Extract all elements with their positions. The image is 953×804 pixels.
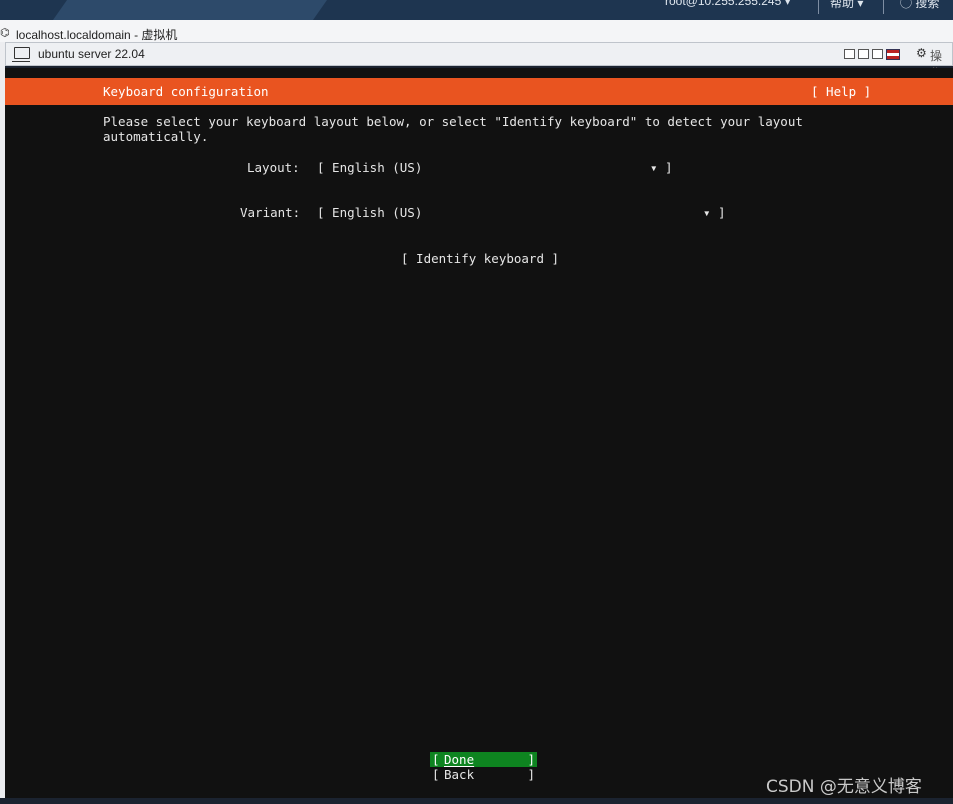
bracket-close: ] xyxy=(527,752,535,767)
bracket-open: [ xyxy=(432,767,440,782)
console-title-bar: ubuntu server 22.04 ⚙ 操作 xyxy=(5,42,953,80)
fullscreen-icon[interactable] xyxy=(872,49,883,59)
user-menu[interactable]: root@10.255.255.245 ▾ xyxy=(665,0,791,8)
vm-icon: ⌬ xyxy=(0,26,10,39)
window-mode-icon[interactable] xyxy=(844,49,855,59)
header-decoration xyxy=(52,0,328,20)
help-menu[interactable]: 帮助 ▾ xyxy=(830,0,863,11)
layout-dropdown-arrow-icon[interactable]: ▾ ] xyxy=(650,160,673,175)
variant-select[interactable]: [ English (US) xyxy=(317,205,422,220)
host-window-strip: ⌬ localhost.localdomain - 虚拟机 xyxy=(0,20,953,43)
gear-icon[interactable]: ⚙ xyxy=(916,46,927,60)
keyboard-locale-flag-icon[interactable] xyxy=(886,49,900,60)
divider xyxy=(883,0,884,14)
console-window-controls xyxy=(844,49,900,60)
layout-label: Layout: xyxy=(247,160,300,175)
console-bottom-edge xyxy=(0,798,953,804)
help-button[interactable]: [ Help ] xyxy=(811,84,871,99)
installer-header: Keyboard configuration [ Help ] xyxy=(5,78,953,105)
watermark: CSDN @无意义博客 xyxy=(766,777,922,797)
divider xyxy=(818,0,819,14)
back-button-label: Back xyxy=(444,767,475,782)
instructions-text: Please select your keyboard layout below… xyxy=(103,114,803,144)
window-split-icon[interactable] xyxy=(858,49,869,59)
back-button[interactable]: [ Back ] xyxy=(430,767,537,782)
vm-console-screen[interactable]: Keyboard configuration [ Help ] Please s… xyxy=(5,68,953,798)
variant-label: Variant: xyxy=(240,205,301,220)
bracket-open: [ xyxy=(432,752,440,767)
search-button[interactable]: ◯ 搜索 xyxy=(900,0,939,11)
monitor-icon xyxy=(12,47,30,62)
top-header-bar: root@10.255.255.245 ▾ 帮助 ▾ ◯ 搜索 xyxy=(0,0,953,20)
page-title: Keyboard configuration xyxy=(103,84,269,99)
done-button[interactable]: [ Done ] xyxy=(430,752,537,767)
identify-keyboard-button[interactable]: [ Identify keyboard ] xyxy=(401,251,559,266)
vm-name-label: ubuntu server 22.04 xyxy=(38,47,145,61)
variant-dropdown-arrow-icon[interactable]: ▾ ] xyxy=(703,205,726,220)
done-button-label: Done xyxy=(444,752,475,767)
layout-select[interactable]: [ English (US) xyxy=(317,160,422,175)
bracket-close: ] xyxy=(527,767,535,782)
host-window-title: localhost.localdomain - 虚拟机 xyxy=(16,28,178,42)
